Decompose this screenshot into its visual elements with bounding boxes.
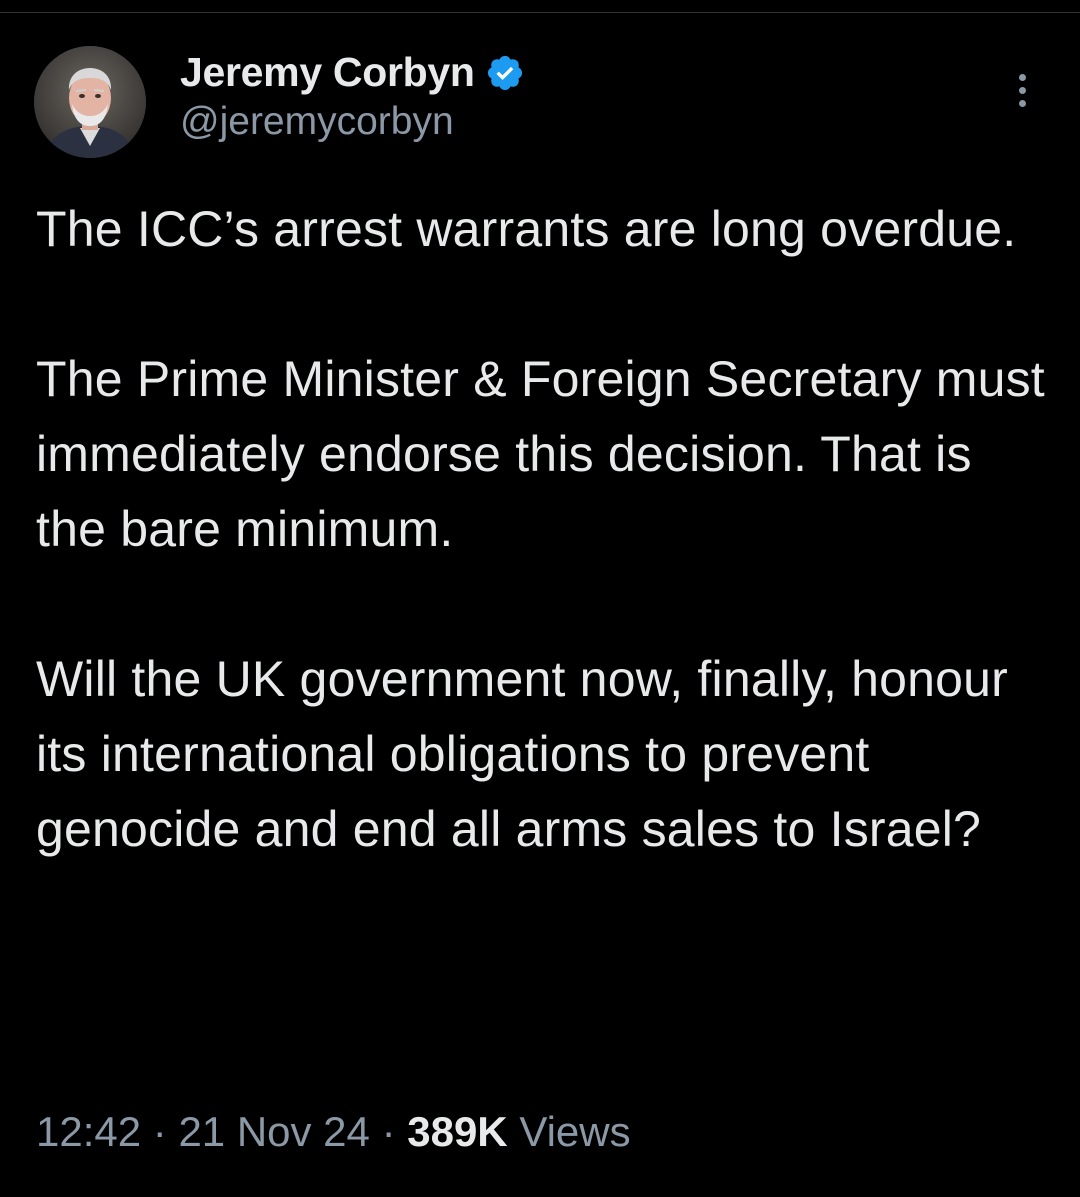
top-divider bbox=[0, 12, 1080, 13]
more-dot bbox=[1018, 87, 1026, 94]
more-options-icon[interactable] bbox=[1016, 74, 1028, 114]
more-dot bbox=[1018, 74, 1026, 81]
views-count: 389K bbox=[407, 1108, 508, 1155]
meta-separator: · bbox=[141, 1108, 179, 1155]
tweet-meta: 12:42 · 21 Nov 24 · 389K Views bbox=[36, 1108, 631, 1156]
tweet-paragraph: Will the UK government now, finally, hon… bbox=[36, 651, 1009, 857]
tweet-text: The ICC’s arrest warrants are long overd… bbox=[36, 192, 1046, 867]
meta-separator: · bbox=[369, 1108, 408, 1155]
tweet-date[interactable]: 21 Nov 24 bbox=[178, 1108, 369, 1155]
tweet-paragraph: The Prime Minister & Foreign Secretary m… bbox=[36, 351, 1045, 557]
tweet-paragraph: The ICC’s arrest warrants are long overd… bbox=[36, 201, 1017, 257]
tweet-time[interactable]: 12:42 bbox=[36, 1108, 141, 1155]
views-label: Views bbox=[519, 1108, 631, 1155]
verified-badge-icon[interactable] bbox=[485, 53, 525, 93]
author-handle[interactable]: @jeremycorbyn bbox=[180, 100, 525, 144]
display-name-row: Jeremy Corbyn bbox=[180, 46, 525, 98]
avatar[interactable] bbox=[34, 46, 146, 158]
display-name[interactable]: Jeremy Corbyn bbox=[180, 49, 475, 96]
profile-photo-icon bbox=[34, 46, 146, 158]
more-dot bbox=[1018, 100, 1026, 107]
tweet-header: Jeremy Corbyn @jeremycorbyn bbox=[34, 46, 1046, 162]
author-names: Jeremy Corbyn @jeremycorbyn bbox=[180, 46, 525, 144]
